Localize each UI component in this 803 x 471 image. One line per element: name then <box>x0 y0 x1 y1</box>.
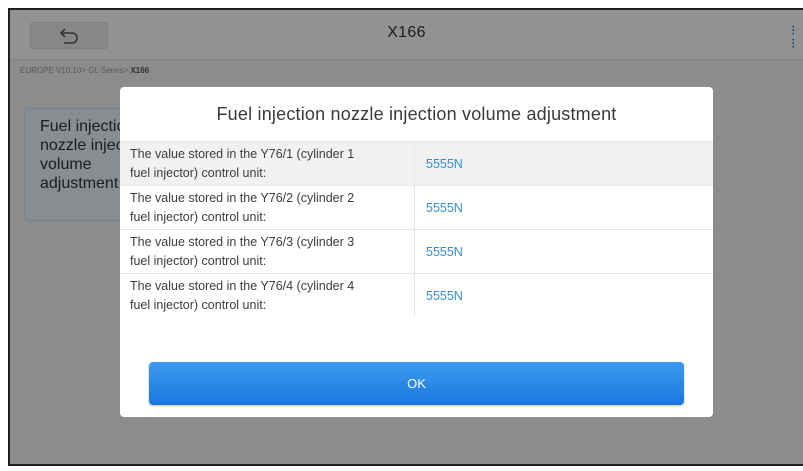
row-label-line: The value stored in the Y76/3 (cylinder … <box>130 235 355 249</box>
row-label-line: fuel injector) control unit: <box>130 254 267 268</box>
table-row: The value stored in the Y76/2 (cylinder … <box>120 185 713 229</box>
row-label-line: The value stored in the Y76/1 (cylinder … <box>130 147 355 161</box>
row-label: The value stored in the Y76/3 (cylinder … <box>120 230 415 273</box>
row-value: 5555N <box>426 244 463 259</box>
row-label: The value stored in the Y76/1 (cylinder … <box>120 142 415 185</box>
table-row: The value stored in the Y76/1 (cylinder … <box>120 141 713 185</box>
row-label-line: The value stored in the Y76/4 (cylinder … <box>130 279 355 293</box>
row-value: 5555N <box>426 156 463 171</box>
table-row: The value stored in the Y76/4 (cylinder … <box>120 273 713 317</box>
dialog-title: Fuel injection nozzle injection volume a… <box>216 103 617 124</box>
row-label-line: fuel injector) control unit: <box>130 166 267 180</box>
row-label-line: fuel injector) control unit: <box>130 210 267 224</box>
row-label: The value stored in the Y76/4 (cylinder … <box>120 274 415 317</box>
row-label-line: fuel injector) control unit: <box>130 298 267 312</box>
table-row: The value stored in the Y76/3 (cylinder … <box>120 229 713 273</box>
injection-volume-dialog: Fuel injection nozzle injection volume a… <box>120 87 713 417</box>
row-label-line: The value stored in the Y76/2 (cylinder … <box>130 191 355 205</box>
row-label: The value stored in the Y76/2 (cylinder … <box>120 186 415 229</box>
row-value: 5555N <box>426 288 463 303</box>
device-screen: X166 ⁝ ⁝ EUROPE V10.10> GL Series> X166 F… <box>8 8 803 466</box>
row-value: 5555N <box>426 200 463 215</box>
ok-button[interactable]: OK <box>149 362 684 405</box>
